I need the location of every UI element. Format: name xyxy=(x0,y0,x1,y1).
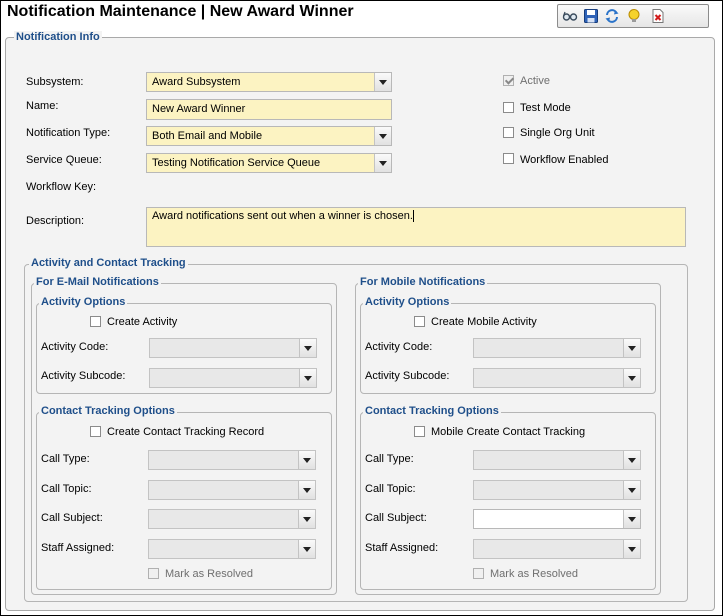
mobile-call-type-label: Call Type: xyxy=(365,453,414,465)
mobile-call-subject-label: Call Subject: xyxy=(365,512,427,524)
notification-type-dropdown[interactable]: Both Email and Mobile xyxy=(146,126,392,146)
activity-contact-tracking-legend: Activity and Contact Tracking xyxy=(29,257,188,269)
mobile-mark-resolved-label: Mark as Resolved xyxy=(490,568,579,580)
email-mark-resolved-label: Mark as Resolved xyxy=(165,568,254,580)
mobile-activity-options-legend: Activity Options xyxy=(363,296,452,308)
email-contact-tracking-group: Contact Tracking Options Create Contact … xyxy=(36,405,332,590)
chevron-down-icon[interactable] xyxy=(298,540,315,558)
mobile-mark-resolved-checkbox[interactable] xyxy=(473,568,484,579)
test-mode-label: Test Mode xyxy=(520,102,571,114)
create-contact-tracking-label: Create Contact Tracking Record xyxy=(107,426,265,438)
chevron-down-icon[interactable] xyxy=(623,369,640,387)
description-label: Description: xyxy=(26,215,85,227)
notification-info-panel: Notification Info Subsystem: Award Subsy… xyxy=(5,31,715,611)
chevron-down-icon[interactable] xyxy=(374,127,391,145)
subsystem-value: Award Subsystem xyxy=(152,76,241,88)
email-call-topic-dropdown[interactable] xyxy=(148,480,316,500)
email-activity-options-legend: Activity Options xyxy=(39,296,128,308)
mobile-activity-options-group: Activity Options Create Mobile Activity … xyxy=(360,296,656,394)
mobile-activity-subcode-label: Activity Subcode: xyxy=(365,370,450,382)
email-staff-assigned-label: Staff Assigned: xyxy=(41,542,115,554)
delete-icon[interactable] xyxy=(650,8,666,24)
email-notifications-group: For E-Mail Notifications Activity Option… xyxy=(31,276,337,595)
workflow-key-label: Workflow Key: xyxy=(26,181,97,193)
chevron-down-icon[interactable] xyxy=(298,510,315,528)
create-activity-label: Create Activity xyxy=(107,316,178,328)
description-text: Award notifications sent out when a winn… xyxy=(152,210,413,222)
email-contact-tracking-legend: Contact Tracking Options xyxy=(39,405,177,417)
subsystem-dropdown[interactable]: Award Subsystem xyxy=(146,72,392,92)
mobile-call-topic-label: Call Topic: xyxy=(365,483,416,495)
chevron-down-icon[interactable] xyxy=(623,339,640,357)
activity-contact-tracking-group: Activity and Contact Tracking For E-Mail… xyxy=(24,257,688,602)
create-contact-tracking-checkbox[interactable] xyxy=(90,426,101,437)
page-title: Notification Maintenance | New Award Win… xyxy=(7,3,354,20)
mobile-call-type-dropdown[interactable] xyxy=(473,450,641,470)
lightbulb-icon[interactable] xyxy=(626,8,642,24)
description-field[interactable]: Award notifications sent out when a winn… xyxy=(146,207,686,247)
chevron-down-icon[interactable] xyxy=(623,451,640,469)
email-activity-subcode-dropdown[interactable] xyxy=(149,368,317,388)
email-activity-code-label: Activity Code: xyxy=(41,341,109,353)
active-checkbox[interactable] xyxy=(503,75,514,86)
email-call-type-dropdown[interactable] xyxy=(148,450,316,470)
mobile-staff-assigned-dropdown[interactable] xyxy=(473,539,641,559)
save-icon[interactable] xyxy=(583,8,599,24)
email-call-topic-label: Call Topic: xyxy=(41,483,92,495)
create-activity-checkbox[interactable] xyxy=(90,316,101,327)
mobile-contact-tracking-legend: Contact Tracking Options xyxy=(363,405,501,417)
chevron-down-icon[interactable] xyxy=(623,481,640,499)
email-call-subject-dropdown[interactable] xyxy=(148,509,316,529)
chevron-down-icon[interactable] xyxy=(299,339,316,357)
refresh-icon[interactable] xyxy=(604,8,620,24)
subsystem-label: Subsystem: xyxy=(26,76,84,88)
window-frame: Notification Maintenance | New Award Win… xyxy=(0,0,723,616)
name-label: Name: xyxy=(26,100,59,112)
glasses-icon[interactable] xyxy=(562,8,578,24)
email-staff-assigned-dropdown[interactable] xyxy=(148,539,316,559)
create-mobile-activity-label: Create Mobile Activity xyxy=(431,316,537,328)
chevron-down-icon[interactable] xyxy=(374,154,391,172)
mobile-activity-subcode-dropdown[interactable] xyxy=(473,368,641,388)
email-mark-resolved-checkbox[interactable] xyxy=(148,568,159,579)
email-activity-subcode-label: Activity Subcode: xyxy=(41,370,126,382)
mobile-contact-tracking-group: Contact Tracking Options Mobile Create C… xyxy=(360,405,656,590)
workflow-enabled-checkbox[interactable] xyxy=(503,153,514,164)
single-org-unit-label: Single Org Unit xyxy=(520,127,595,139)
name-field[interactable]: New Award Winner xyxy=(146,99,392,120)
text-cursor xyxy=(412,210,414,223)
mobile-activity-code-label: Activity Code: xyxy=(365,341,433,353)
create-mobile-activity-checkbox[interactable] xyxy=(414,316,425,327)
workflow-enabled-label: Workflow Enabled xyxy=(520,154,609,166)
mobile-notifications-legend: For Mobile Notifications xyxy=(358,276,488,288)
chevron-down-icon[interactable] xyxy=(299,369,316,387)
email-activity-options-group: Activity Options Create Activity Activit… xyxy=(36,296,332,394)
notification-type-value: Both Email and Mobile xyxy=(152,130,263,142)
chevron-down-icon[interactable] xyxy=(623,540,640,558)
chevron-down-icon[interactable] xyxy=(374,73,391,91)
test-mode-checkbox[interactable] xyxy=(503,102,514,113)
mobile-call-subject-dropdown[interactable] xyxy=(473,509,641,529)
mobile-create-contact-tracking-checkbox[interactable] xyxy=(414,426,425,437)
email-notifications-legend: For E-Mail Notifications xyxy=(34,276,161,288)
email-call-type-label: Call Type: xyxy=(41,453,90,465)
toolbar xyxy=(557,4,709,28)
mobile-activity-code-dropdown[interactable] xyxy=(473,338,641,358)
mobile-call-topic-dropdown[interactable] xyxy=(473,480,641,500)
service-queue-dropdown[interactable]: Testing Notification Service Queue xyxy=(146,153,392,173)
service-queue-label: Service Queue: xyxy=(26,154,102,166)
active-label: Active xyxy=(520,75,550,87)
mobile-notifications-group: For Mobile Notifications Activity Option… xyxy=(355,276,661,595)
notification-info-legend: Notification Info xyxy=(14,31,102,43)
mobile-create-contact-tracking-label: Mobile Create Contact Tracking xyxy=(431,426,586,438)
single-org-unit-checkbox[interactable] xyxy=(503,127,514,138)
mobile-staff-assigned-label: Staff Assigned: xyxy=(365,542,439,554)
chevron-down-icon[interactable] xyxy=(623,510,640,528)
chevron-down-icon[interactable] xyxy=(298,481,315,499)
notification-type-label: Notification Type: xyxy=(26,127,111,139)
email-activity-code-dropdown[interactable] xyxy=(149,338,317,358)
email-call-subject-label: Call Subject: xyxy=(41,512,103,524)
chevron-down-icon[interactable] xyxy=(298,451,315,469)
service-queue-value: Testing Notification Service Queue xyxy=(152,157,321,169)
